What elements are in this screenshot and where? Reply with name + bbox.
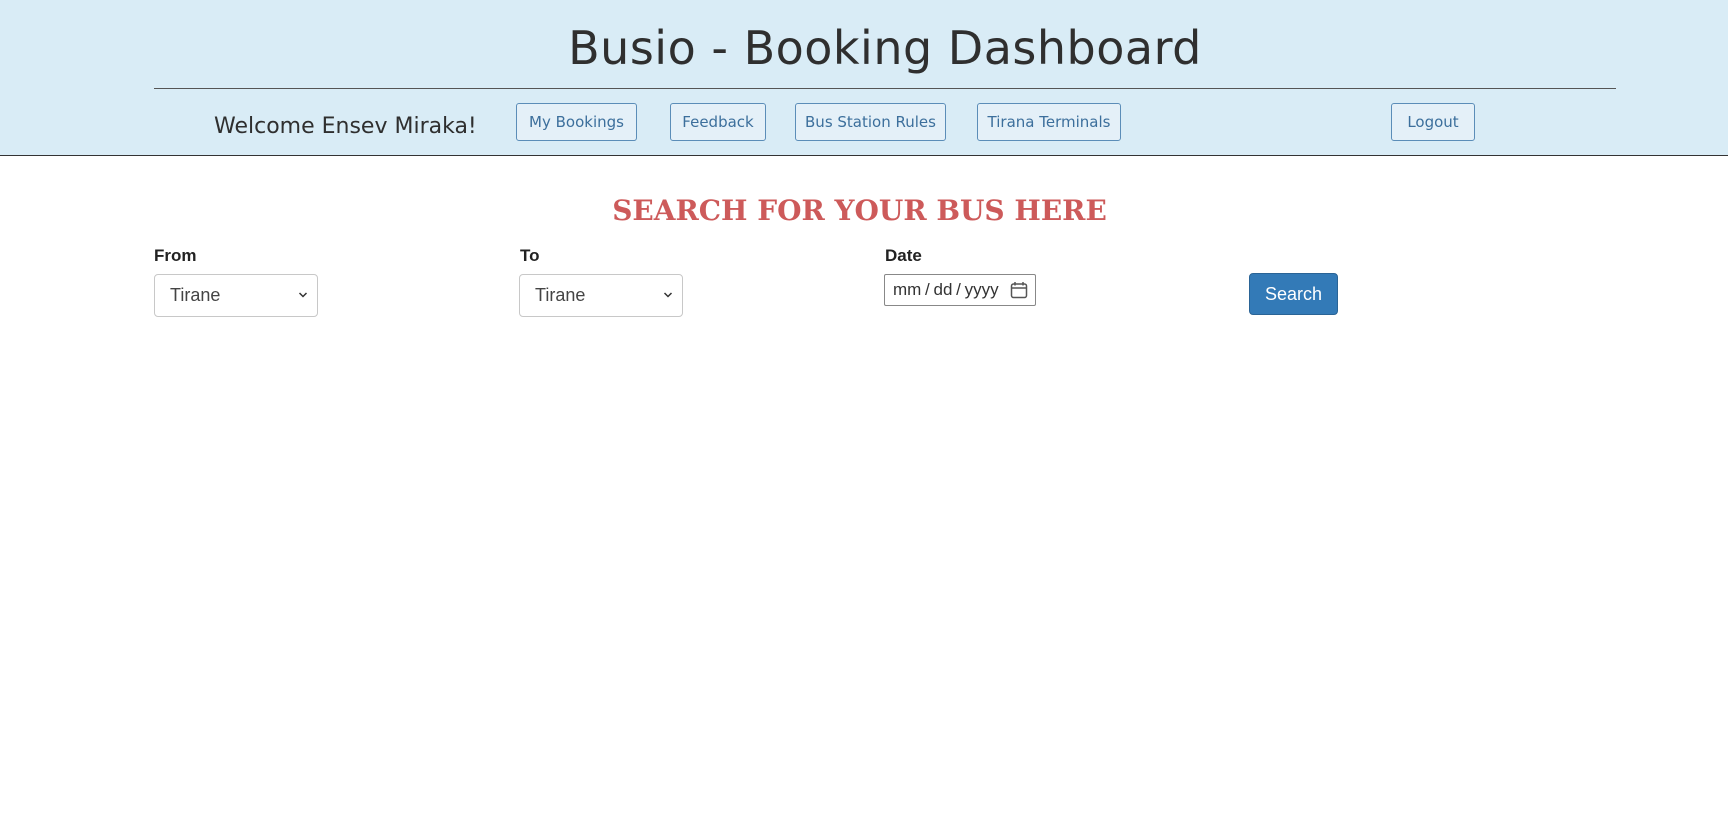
from-select[interactable]: Tirane [154,274,318,317]
to-select[interactable]: Tirane [519,274,683,317]
tirana-terminals-button[interactable]: Tirana Terminals [977,103,1121,141]
search-button[interactable]: Search [1249,273,1338,315]
search-heading: SEARCH FOR YOUR BUS HERE [612,194,1107,227]
bus-station-rules-button[interactable]: Bus Station Rules [795,103,946,141]
header-bar: Busio - Booking Dashboard Welcome Ensev … [0,0,1728,156]
chevron-down-icon [663,292,673,298]
app-title: Busio - Booking Dashboard [568,21,1202,75]
feedback-button[interactable]: Feedback [670,103,766,141]
welcome-message: Welcome Ensev Miraka! [214,114,477,139]
my-bookings-button[interactable]: My Bookings [516,103,637,141]
title-divider [154,88,1616,89]
to-select-value: Tirane [535,285,586,305]
chevron-down-icon [298,292,308,298]
calendar-icon[interactable] [1010,281,1028,299]
from-label: From [154,246,197,265]
date-label: Date [885,246,922,265]
date-placeholder: mm / dd / yyyy [893,280,999,299]
to-label: To [520,246,540,265]
logout-button[interactable]: Logout [1391,103,1475,141]
date-input[interactable]: mm / dd / yyyy [884,274,1036,306]
from-select-value: Tirane [170,285,221,305]
